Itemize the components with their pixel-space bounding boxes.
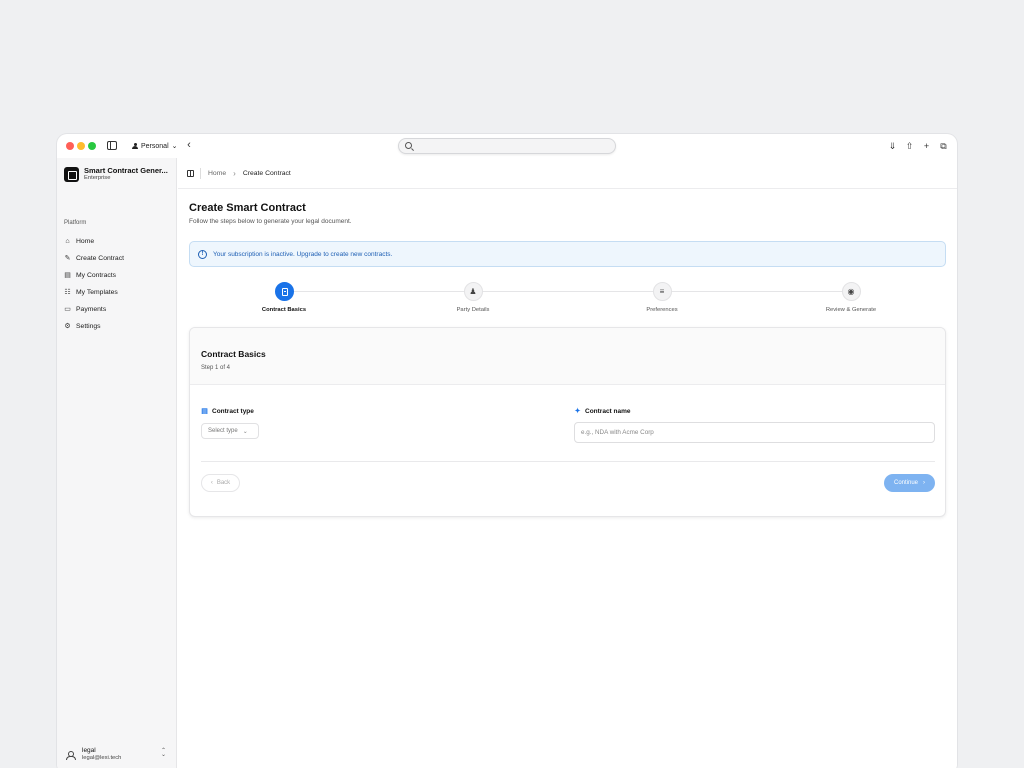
person-icon <box>132 142 138 150</box>
contract-type-label: ▤ Contract type <box>201 408 254 415</box>
chevron-up-down-icon: ⌃ ⌄ <box>160 748 166 758</box>
contract-name-label: ✦ Contract name <box>574 408 631 415</box>
breadcrumb-home-link[interactable]: Home <box>208 170 226 177</box>
zoom-window-button[interactable] <box>88 142 96 150</box>
sidebar-item-my-contracts[interactable]: ▤ My Contracts <box>64 267 172 284</box>
file-edit-icon: ✎ <box>64 255 71 262</box>
card-divider <box>201 461 935 462</box>
close-window-button[interactable] <box>66 142 74 150</box>
contract-type-label-text: Contract type <box>212 408 254 415</box>
step-label: Contract Basics <box>261 307 307 313</box>
stepper-track <box>284 291 851 292</box>
step-label: Preferences <box>646 307 678 313</box>
nav-section-label: Platform <box>64 220 87 226</box>
sidebar-item-label: Home <box>76 238 95 245</box>
address-bar[interactable] <box>398 138 616 154</box>
users-icon: ♟ <box>463 282 483 301</box>
document-icon <box>274 282 294 301</box>
contract-basics-card: Contract Basics Step 1 of 4 ▤ Contract t… <box>189 327 946 517</box>
chevron-right-icon: › <box>233 169 236 178</box>
brand-name: Smart Contract Gener... <box>84 166 168 175</box>
step-contract-basics[interactable]: Contract Basics <box>224 282 344 313</box>
contract-name-input[interactable] <box>574 422 935 443</box>
step-indicator: Step 1 of 4 <box>201 365 231 371</box>
chevron-down-icon: ⌄ <box>171 143 178 150</box>
step-party-details[interactable]: ♟ Party Details <box>413 282 533 313</box>
browser-toolbar: Personal ⌄ ‹ ⇓ ⇧ + ⧉ <box>57 134 957 158</box>
subscription-alert: ! Your subscription is inactive. Upgrade… <box>189 241 946 267</box>
layers-icon: ☷ <box>64 289 71 296</box>
stepper: Contract Basics ♟ Party Details ≡ Prefer… <box>189 282 946 317</box>
user-avatar-icon <box>66 750 76 760</box>
header-divider <box>200 168 201 179</box>
alert-text[interactable]: Your subscription is inactive. Upgrade t… <box>213 251 392 258</box>
header: Home › Create Contract <box>178 158 957 189</box>
brand-plan: Enterprise <box>84 175 111 181</box>
chevron-left-icon: ‹ <box>210 480 213 486</box>
eye-icon: ◉ <box>841 282 861 301</box>
sidebar: Smart Contract Gener... Enterprise Platf… <box>57 158 177 768</box>
sidebar-item-home[interactable]: ⌂ Home <box>64 233 172 250</box>
page-title: Create Smart Contract <box>189 202 306 214</box>
contract-type-select[interactable]: Select type ⌄ <box>201 423 259 439</box>
share-icon[interactable]: ⇧ <box>904 138 915 154</box>
sidebar-item-my-templates[interactable]: ☷ My Templates <box>64 284 172 301</box>
sparkles-icon: ✦ <box>574 408 581 415</box>
step-preferences[interactable]: ≡ Preferences <box>602 282 722 313</box>
gear-icon: ⚙ <box>64 323 71 330</box>
file-icon: ▤ <box>64 272 71 279</box>
minimize-window-button[interactable] <box>77 142 85 150</box>
search-icon <box>405 142 412 149</box>
contract-type-value: Select type <box>208 428 238 434</box>
sliders-icon: ≡ <box>652 282 672 301</box>
home-icon: ⌂ <box>65 238 70 245</box>
browser-window: Personal ⌄ ‹ ⇓ ⇧ + ⧉ Smart Contract Gene… <box>57 134 957 768</box>
toggle-sidebar-icon[interactable] <box>187 170 194 177</box>
breadcrumb: Home › Create Contract <box>208 169 291 178</box>
brand-logo-icon <box>64 166 79 182</box>
breadcrumb-current: Create Contract <box>242 170 291 177</box>
user-name: legal <box>82 747 96 754</box>
back-button[interactable]: ‹ Back <box>201 474 240 492</box>
user-menu[interactable]: legal legal@lexi.tech ⌃ ⌄ <box>66 747 172 762</box>
profile-switcher[interactable]: Personal ⌄ <box>126 138 184 154</box>
sidebar-item-payments[interactable]: ▭ Payments <box>64 301 172 318</box>
sidebar-item-label: My Templates <box>76 289 118 296</box>
continue-button[interactable]: Continue › <box>884 474 935 492</box>
brand[interactable]: Smart Contract Gener... Enterprise <box>64 166 168 182</box>
browser-sidebar-icon[interactable] <box>107 141 117 150</box>
sidebar-item-label: Payments <box>76 306 107 313</box>
continue-label: Continue <box>893 480 919 486</box>
browser-back-button[interactable]: ‹ <box>181 138 197 154</box>
sidebar-item-label: My Contracts <box>76 272 117 279</box>
sidebar-item-create-contract[interactable]: ✎ Create Contract <box>64 250 172 267</box>
credit-card-icon: ▭ <box>64 306 71 313</box>
download-icon[interactable]: ⇓ <box>887 138 898 154</box>
alert-circle-icon: ! <box>198 250 207 259</box>
step-label: Review & Generate <box>825 307 877 313</box>
tabs-overview-icon[interactable]: ⧉ <box>938 138 949 154</box>
file-text-icon: ▤ <box>201 408 208 415</box>
sidebar-item-label: Settings <box>76 323 101 330</box>
card-title: Contract Basics <box>201 349 266 359</box>
profile-label: Personal <box>141 142 169 150</box>
sidebar-item-label: Create Contract <box>76 255 124 262</box>
step-label: Party Details <box>456 307 490 313</box>
page-subtitle: Follow the steps below to generate your … <box>189 218 352 225</box>
card-header: Contract Basics Step 1 of 4 <box>190 328 945 385</box>
step-review-generate[interactable]: ◉ Review & Generate <box>791 282 911 313</box>
sidebar-item-settings[interactable]: ⚙ Settings <box>64 318 172 335</box>
main-content: Home › Create Contract Create Smart Cont… <box>178 158 957 768</box>
contract-name-label-text: Contract name <box>585 408 631 415</box>
chevron-right-icon: › <box>923 480 926 486</box>
new-tab-icon[interactable]: + <box>921 138 932 154</box>
back-label: Back <box>216 480 231 486</box>
sidebar-nav: ⌂ Home ✎ Create Contract ▤ My Contracts … <box>64 233 172 335</box>
chevron-down-icon: ⌄ <box>242 428 248 435</box>
user-email: legal@lexi.tech <box>82 755 122 761</box>
